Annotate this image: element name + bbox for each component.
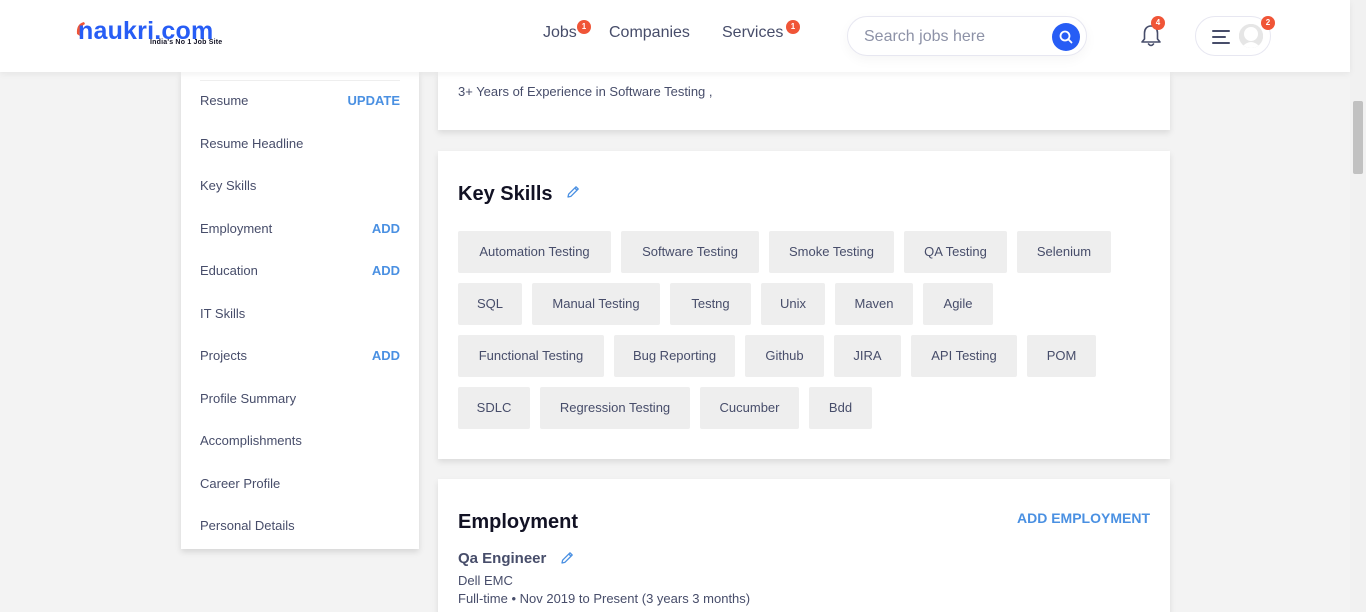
skill-chip[interactable]: Maven	[835, 283, 913, 325]
employment-card: Employment ADD EMPLOYMENT Qa Engineer De…	[438, 479, 1170, 612]
sidebar-item-accomplishments[interactable]: Accomplishments	[200, 432, 400, 450]
skill-chip[interactable]: Selenium	[1017, 231, 1111, 273]
sidebar-item-label: Education	[200, 263, 258, 278]
profile-menu-button[interactable]	[1195, 16, 1271, 56]
sidebar-item-it-skills[interactable]: IT Skills	[200, 305, 400, 323]
user-silhouette-icon	[1239, 24, 1263, 48]
nav-services[interactable]: Services	[722, 24, 783, 42]
sidebar-item-label: Employment	[200, 221, 273, 236]
sidebar-item-education[interactable]: Education ADD	[200, 262, 400, 280]
nav-companies[interactable]: Companies	[609, 24, 690, 42]
sidebar-item-resume-headline[interactable]: Resume Headline	[200, 135, 400, 153]
skill-chip[interactable]: Functional Testing	[458, 335, 604, 377]
skill-chip[interactable]: Testng	[670, 283, 751, 325]
hamburger-icon	[1212, 30, 1230, 44]
skill-chip[interactable]: JIRA	[834, 335, 901, 377]
search-input[interactable]	[864, 26, 1044, 48]
projects-add-link[interactable]: ADD	[372, 347, 400, 365]
sidebar-item-label: Projects	[200, 348, 247, 363]
search-icon	[1059, 30, 1073, 44]
avatar	[1239, 24, 1263, 48]
skill-chip[interactable]: Automation Testing	[458, 231, 611, 273]
sidebar-item-label: IT Skills	[200, 306, 246, 321]
sidebar-item-label: Resume	[200, 93, 249, 108]
skill-chip[interactable]: Regression Testing	[540, 387, 690, 429]
sidebar-item-label: Key Skills	[200, 178, 257, 193]
profile-quick-links: Resume UPDATE Resume Headline Key Skills…	[181, 72, 419, 549]
key-skills-title: Key Skills	[458, 183, 553, 205]
sidebar-item-label: Resume Headline	[200, 136, 304, 151]
search-button[interactable]	[1052, 23, 1080, 51]
sidebar-item-label: Career Profile	[200, 476, 281, 491]
add-employment-button[interactable]: ADD EMPLOYMENT	[1017, 510, 1150, 526]
employment-role: Qa Engineer	[458, 550, 547, 567]
naukri-logo[interactable]: naukri.com India's No 1 Job Site	[74, 16, 234, 50]
skill-chip[interactable]: Software Testing	[621, 231, 759, 273]
skill-chip[interactable]: Agile	[923, 283, 993, 325]
services-badge: 1	[786, 20, 800, 34]
education-add-link[interactable]: ADD	[372, 262, 400, 280]
logo-tagline: India's No 1 Job Site	[150, 39, 223, 46]
skill-chip[interactable]: Smoke Testing	[769, 231, 894, 273]
skill-chip[interactable]: Unix	[761, 283, 825, 325]
top-header: naukri.com India's No 1 Job Site Jobs 1 …	[0, 0, 1350, 72]
employment-add-link[interactable]: ADD	[372, 220, 400, 238]
sidebar-item-personal-details[interactable]: Personal Details	[200, 517, 400, 535]
skill-chip[interactable]: Bug Reporting	[614, 335, 735, 377]
sidebar-item-resume[interactable]: Resume UPDATE	[200, 92, 400, 110]
sidebar-item-profile-summary[interactable]: Profile Summary	[200, 390, 400, 408]
skill-chip[interactable]: API Testing	[911, 335, 1017, 377]
notification-badge: 4	[1151, 16, 1165, 30]
resume-update-link[interactable]: UPDATE	[348, 92, 400, 110]
sidebar-item-key-skills[interactable]: Key Skills	[200, 177, 400, 195]
skill-chip[interactable]: Github	[745, 335, 824, 377]
employment-period: Full-time • Nov 2019 to Present (3 years…	[458, 591, 751, 606]
resume-headline-text: 3+ Years of Experience in Software Testi…	[458, 84, 713, 99]
skill-chip[interactable]: SDLC	[458, 387, 530, 429]
skill-chip[interactable]: QA Testing	[904, 231, 1007, 273]
employment-title: Employment	[458, 511, 579, 533]
key-skills-card: Key Skills Automation Testing Software T…	[438, 151, 1170, 459]
skill-chip[interactable]: Manual Testing	[532, 283, 660, 325]
scrollbar-thumb[interactable]	[1353, 101, 1363, 174]
skill-chip[interactable]: Bdd	[809, 387, 872, 429]
sidebar-item-label: Accomplishments	[200, 433, 302, 448]
sidebar-item-projects[interactable]: Projects ADD	[200, 347, 400, 365]
skill-chip[interactable]: SQL	[458, 283, 522, 325]
sidebar-item-career-profile[interactable]: Career Profile	[200, 475, 400, 493]
edit-employment-icon[interactable]	[559, 550, 575, 566]
sidebar-item-employment[interactable]: Employment ADD	[200, 220, 400, 238]
sidebar-item-label: Profile Summary	[200, 391, 297, 406]
menu-badge: 2	[1261, 16, 1275, 30]
jobs-badge: 1	[577, 20, 591, 34]
search-bar	[847, 16, 1087, 56]
employment-company: Dell EMC	[458, 573, 513, 588]
nav-jobs[interactable]: Jobs	[543, 24, 577, 42]
edit-key-skills-icon[interactable]	[565, 184, 581, 200]
divider	[200, 80, 400, 81]
skill-chip[interactable]: Cucumber	[700, 387, 799, 429]
resume-headline-card: 3+ Years of Experience in Software Testi…	[438, 72, 1170, 130]
sidebar-item-label: Personal Details	[200, 518, 295, 533]
page-scrollbar[interactable]	[1350, 0, 1366, 612]
skill-chip[interactable]: POM	[1027, 335, 1096, 377]
